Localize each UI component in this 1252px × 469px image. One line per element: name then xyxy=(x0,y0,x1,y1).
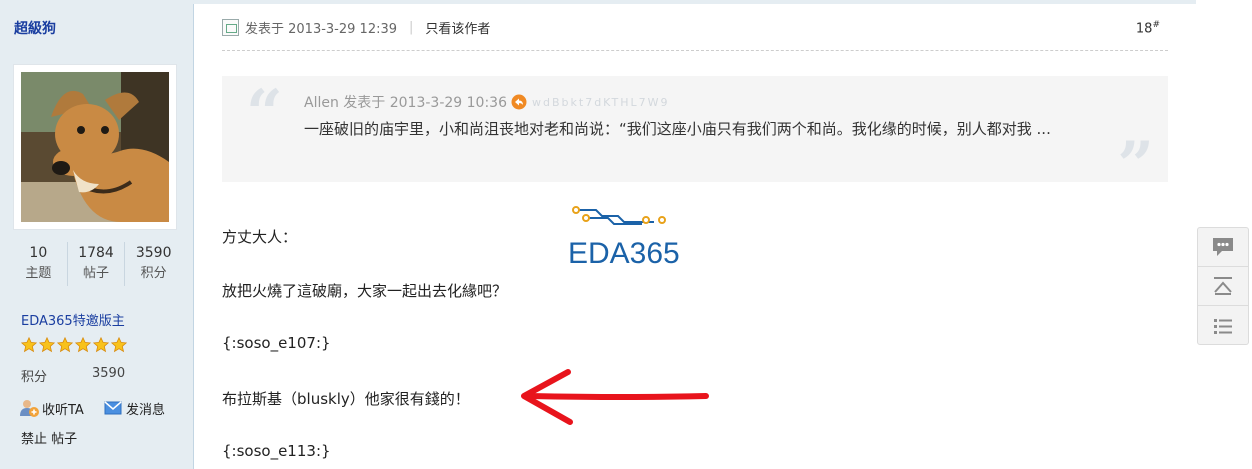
floor-mark: # xyxy=(1152,20,1160,30)
author-rank[interactable]: EDA365特邀版主 xyxy=(21,310,125,329)
stat-points[interactable]: 3590 积分 xyxy=(125,242,182,286)
stat-posts[interactable]: 1784 帖子 xyxy=(68,242,126,286)
avatar[interactable] xyxy=(13,64,177,230)
divider: | xyxy=(409,20,414,35)
message-label: 发消息 xyxy=(126,402,166,418)
post-line: {:soso_e113:} xyxy=(222,442,331,460)
close-quote-icon: ” xyxy=(1117,128,1154,203)
online-status-icon xyxy=(222,19,239,36)
star-icon xyxy=(111,337,127,353)
stat-value: 10 xyxy=(29,245,48,261)
follow-user-icon xyxy=(20,400,39,417)
points-label: 积分 xyxy=(21,370,48,385)
quote-hidden-text: wdBbkt7dKTHL7W9 xyxy=(532,95,670,109)
ban-posts-link[interactable]: 禁止 帖子 xyxy=(21,428,77,447)
author-profile-panel: 超級狗 10 主题 1784 帖子 3590 积分 EDA365特邀版主 积分 … xyxy=(0,4,194,469)
send-message-button[interactable]: 发消息 xyxy=(103,398,165,418)
quote-text: 一座破旧的庙宇里，小和尚沮丧地对老和尚说：“我们这座小庙只有我们两个和尚。我化缘… xyxy=(304,120,1051,138)
stat-threads[interactable]: 10 主题 xyxy=(10,242,68,286)
points-value: 3590 xyxy=(92,366,126,381)
star-icon xyxy=(75,337,91,353)
stat-label: 主题 xyxy=(25,266,52,281)
rank-stars xyxy=(21,337,127,353)
post-line: {:soso_e107:} xyxy=(222,334,331,352)
red-annotation-arrow xyxy=(521,369,709,425)
floor-number[interactable]: 18# xyxy=(1136,20,1160,36)
post-timestamp: 发表于 2013-3-29 12:39 xyxy=(245,22,398,37)
stat-value: 1784 xyxy=(78,245,114,261)
post-header: 发表于 2013-3-29 12:39 | 只看该作者 xyxy=(222,18,490,37)
return-to-list-button[interactable] xyxy=(1198,306,1248,345)
logo-text: EDA365 xyxy=(568,237,680,268)
post-line: 放把火燒了這破廟，大家一起出去化緣吧？ xyxy=(222,282,508,300)
author-username[interactable]: 超級狗 xyxy=(14,18,56,38)
quick-reply-button[interactable] xyxy=(1198,228,1248,267)
floating-toolbar xyxy=(1197,227,1249,345)
back-to-top-icon xyxy=(1214,277,1232,295)
author-stats: 10 主题 1784 帖子 3590 积分 xyxy=(10,242,182,286)
star-icon xyxy=(39,337,55,353)
stat-label: 帖子 xyxy=(83,266,110,281)
star-icon xyxy=(93,337,109,353)
reply-arrow-icon[interactable] xyxy=(511,94,527,110)
stat-value: 3590 xyxy=(135,245,172,261)
follow-button[interactable]: 收听TA xyxy=(19,398,84,418)
list-icon xyxy=(1214,318,1232,334)
only-author-link[interactable]: 只看该作者 xyxy=(425,18,490,37)
envelope-icon xyxy=(104,401,122,415)
comment-icon xyxy=(1213,238,1233,256)
back-to-top-button[interactable] xyxy=(1198,267,1248,306)
open-quote-icon: “ xyxy=(246,76,283,151)
quote-meta: Allen 发表于 2013-3-29 10:36 wdBbkt7dKTHL7W… xyxy=(304,92,670,112)
eda365-logo: EDA365 xyxy=(568,206,680,268)
follow-label: 收听TA xyxy=(42,402,84,418)
header-divider xyxy=(222,50,1168,51)
quote-author-time: Allen 发表于 2013-3-29 10:36 xyxy=(304,95,507,111)
floor-number-value: 18 xyxy=(1135,21,1153,37)
quote-block: “ ” Allen 发表于 2013-3-29 10:36 wdBbkt7dKT… xyxy=(222,76,1168,198)
avatar-dog-photo xyxy=(21,72,169,222)
star-icon xyxy=(21,337,37,353)
post-line: 布拉斯基（bluskly）他家很有錢的！ xyxy=(222,390,470,408)
star-icon xyxy=(57,337,73,353)
stat-label: 积分 xyxy=(140,266,167,281)
post-line: 方丈大人： xyxy=(222,228,298,246)
